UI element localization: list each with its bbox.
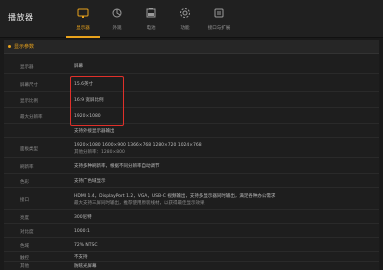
spec-value: 支持多种刷新率，根据不同分辨率自动调节: [74, 164, 160, 169]
spec-label: 面板类型: [20, 146, 38, 152]
section-header: 显示参数: [4, 40, 379, 54]
spec-value: 支持广色域显示: [74, 179, 106, 184]
monitor-icon: [77, 7, 89, 19]
spec-value: 不支持: [74, 255, 88, 260]
spec-label: 显示比例: [20, 98, 38, 104]
spec-label: 屏幕尺寸: [20, 82, 38, 88]
spec-row: 接口 HDMI 1.4，DisplayPort 1.2，VGA，USB-C 视频…: [4, 190, 379, 210]
spec-row: 最大分辨率 1920×1080: [4, 110, 379, 124]
spec-row: 色彩 支持广色域显示: [4, 176, 379, 188]
spec-value: 15.6英寸: [74, 82, 94, 87]
appearance-icon: [111, 7, 123, 19]
battery-icon: [145, 7, 157, 19]
spec-value: 16:9 宽屏比例: [74, 98, 104, 103]
tab-battery-label: 电池: [146, 26, 156, 31]
spec-value: 72% NTSC: [74, 243, 98, 248]
top-bar: 播放器 显示器 外观 电池 功能 接口与扩展: [0, 0, 383, 38]
display-section: 显示参数 显示器 屏幕 屏幕尺寸 15.6英寸 显示比例 16:9 宽屏比例 最…: [4, 40, 379, 270]
tab-features[interactable]: 功能: [168, 4, 202, 38]
tab-features-label: 功能: [180, 26, 190, 31]
tab-ports[interactable]: 接口与扩展: [202, 4, 236, 38]
spec-value: 1000:1: [74, 229, 90, 234]
spec-row: 亮度 300尼特: [4, 212, 379, 224]
spec-label: 其他: [20, 264, 29, 269]
spec-row: 支持外接显示器输出: [4, 126, 379, 138]
ports-icon: [213, 7, 225, 19]
tab-appearance[interactable]: 外观: [100, 4, 134, 38]
spec-value: 1920×1080: [74, 114, 101, 119]
spec-value: 支持外接显示器输出: [74, 129, 115, 134]
spec-label: 色彩: [20, 179, 29, 185]
tab-battery[interactable]: 电池: [134, 4, 168, 38]
spec-row: 屏幕尺寸 15.6英寸: [4, 78, 379, 92]
spec-row: 触控 不支持: [4, 254, 379, 262]
tab-display[interactable]: 显示器: [66, 4, 100, 38]
spec-value: HDMI 1.4，DisplayPort 1.2，VGA，USB-C 视频输出，…: [74, 193, 276, 199]
section-dot-icon: [8, 45, 11, 48]
spec-label: 刷新率: [20, 164, 34, 170]
spec-label: 对比度: [20, 229, 34, 235]
spec-label: 亮度: [20, 215, 29, 221]
spec-value: 防眩光屏幕: [74, 263, 97, 269]
spec-label: 最大分辨率: [20, 114, 43, 120]
spec-row: 面板类型 1920×1080 1600×900 1366×768 1280×72…: [4, 140, 379, 158]
spec-label: 显示器: [20, 64, 34, 70]
spec-label: 接口: [20, 197, 29, 203]
spec-label: 触控: [20, 255, 29, 261]
spec-row: 显示器 屏幕: [4, 60, 379, 74]
spec-label: 色域: [20, 243, 29, 249]
spec-row: 显示比例 16:9 宽屏比例: [4, 94, 379, 108]
spec-value: 1920×1080 1600×900 1366×768 1280×720 102…: [74, 142, 202, 148]
spec-row: 其他 防眩光屏幕: [4, 262, 379, 270]
spec-row: 色域 72% NTSC: [4, 240, 379, 252]
spec-label: [4, 126, 52, 137]
spec-row: 刷新率 支持多种刷新率，根据不同分辨率自动调节: [4, 160, 379, 174]
tab-ports-label: 接口与扩展: [207, 26, 231, 31]
main-nav: 显示器 外观 电池 功能 接口与扩展: [66, 4, 236, 38]
spec-value-sub: 最大支持三屏同时输出，推荐使用原装线材，以获得最佳显示效果: [74, 200, 205, 206]
spec-value-sub: 其他分辨率：1280×800: [74, 149, 125, 155]
tab-appearance-label: 外观: [112, 26, 122, 31]
spec-value: 屏幕: [74, 64, 83, 69]
tab-display-label: 显示器: [76, 26, 90, 31]
section-title: 显示参数: [14, 44, 35, 50]
app-title: 播放器: [8, 13, 34, 22]
spec-value: 300尼特: [74, 215, 92, 220]
settings-icon: [179, 7, 191, 19]
spec-row: 对比度 1000:1: [4, 226, 379, 238]
